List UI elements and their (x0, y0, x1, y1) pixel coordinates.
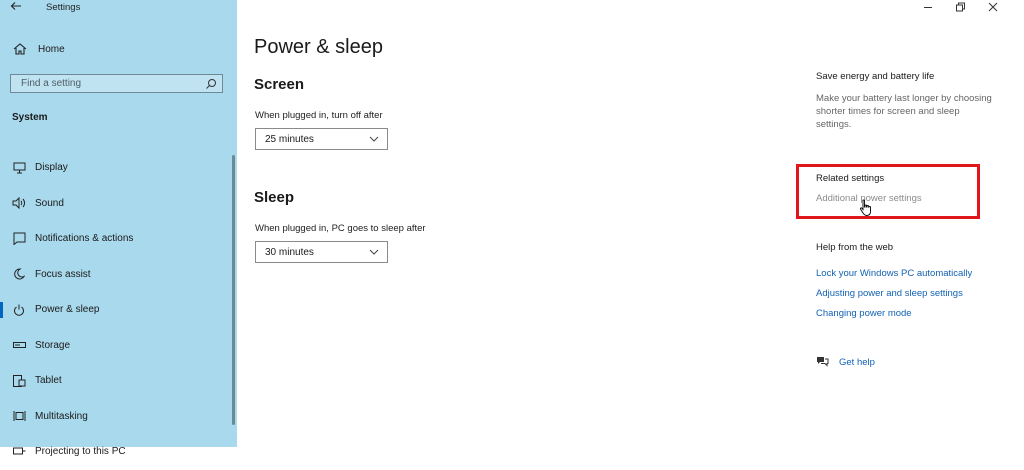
sidebar-item-label: Focus assist (35, 268, 91, 280)
sidebar-item-multitasking[interactable]: Multitasking (0, 399, 237, 435)
sidebar-item-notifications[interactable]: Notifications & actions (0, 221, 237, 257)
sidebar-item-label: Sound (35, 197, 64, 209)
search-icon[interactable] (204, 77, 218, 91)
chevron-down-icon (369, 136, 379, 142)
sleep-timeout-select[interactable]: 30 minutes (255, 241, 388, 263)
tablet-icon (12, 374, 26, 388)
help-link-power-mode[interactable]: Changing power mode (816, 308, 912, 319)
home-label: Home (38, 43, 65, 55)
multitasking-icon (12, 409, 26, 423)
sidebar-item-label: Multitasking (35, 410, 88, 422)
sleep-timeout-value: 30 minutes (265, 246, 314, 258)
sidebar-item-sound[interactable]: Sound (0, 186, 237, 222)
search-input[interactable] (11, 77, 204, 90)
help-web-heading: Help from the web (816, 242, 894, 253)
moon-icon (12, 267, 26, 281)
minimize-button[interactable] (921, 0, 935, 14)
minimize-icon (924, 7, 932, 8)
sidebar-item-tablet[interactable]: Tablet (0, 363, 237, 399)
sidebar-item-label: Power & sleep (35, 304, 100, 316)
sidebar-item-label: Storage (35, 339, 71, 351)
power-icon (12, 303, 26, 317)
save-energy-heading: Save energy and battery life (816, 71, 935, 82)
sidebar-item-label: Notifications & actions (35, 233, 134, 245)
title-bar: Settings (0, 0, 237, 16)
sidebar-item-power-sleep[interactable]: Power & sleep (0, 292, 237, 328)
sleep-heading: Sleep (254, 189, 295, 206)
home-icon (13, 43, 27, 55)
sidebar-item-label: Display (35, 162, 68, 174)
related-settings-heading: Related settings (816, 173, 885, 184)
screen-timeout-value: 25 minutes (265, 133, 314, 145)
help-link-power-sleep[interactable]: Adjusting power and sleep settings (816, 288, 963, 299)
sidebar-item-focus-assist[interactable]: Focus assist (0, 257, 237, 293)
chat-help-icon (817, 357, 829, 367)
arrow-left-icon (10, 2, 21, 10)
sidebar-item-home[interactable]: Home (12, 41, 65, 57)
save-energy-description: Make your battery last longer by choosin… (816, 93, 992, 130)
app-title: Settings (46, 2, 81, 13)
storage-icon (12, 338, 26, 352)
sidebar-item-label: Tablet (35, 375, 62, 387)
sidebar-item-projecting[interactable]: Projecting to this PC (0, 434, 237, 470)
get-help-link[interactable]: Get help (839, 357, 875, 368)
get-help-item[interactable]: Get help (816, 356, 875, 368)
sidebar-nav: Display Sound Notifications & actions Fo… (0, 150, 237, 470)
speaker-icon (12, 196, 26, 210)
sidebar: Settings Home System Display Sound Notif… (0, 0, 237, 457)
search-box[interactable] (10, 74, 223, 93)
close-button[interactable] (986, 0, 1000, 14)
screen-timeout-select[interactable]: 25 minutes (255, 128, 388, 150)
sleep-timeout-label: When plugged in, PC goes to sleep after (255, 223, 426, 234)
page-title: Power & sleep (254, 36, 383, 58)
screen-heading: Screen (254, 76, 305, 93)
screen-timeout-label: When plugged in, turn off after (255, 110, 383, 121)
sidebar-item-label: Projecting to this PC (35, 446, 126, 458)
sidebar-item-display[interactable]: Display (0, 150, 237, 186)
restore-icon (956, 2, 965, 12)
restore-button[interactable] (953, 0, 967, 14)
sidebar-scrollbar[interactable] (232, 155, 235, 425)
section-title: System (12, 112, 48, 123)
chevron-down-icon (369, 249, 379, 255)
hand-cursor-icon (859, 199, 871, 216)
help-link-lock[interactable]: Lock your Windows PC automatically (816, 268, 972, 279)
monitor-icon (12, 161, 26, 175)
back-button[interactable] (10, 0, 22, 15)
notification-icon (12, 232, 26, 246)
sidebar-item-storage[interactable]: Storage (0, 328, 237, 364)
close-icon (988, 2, 998, 12)
